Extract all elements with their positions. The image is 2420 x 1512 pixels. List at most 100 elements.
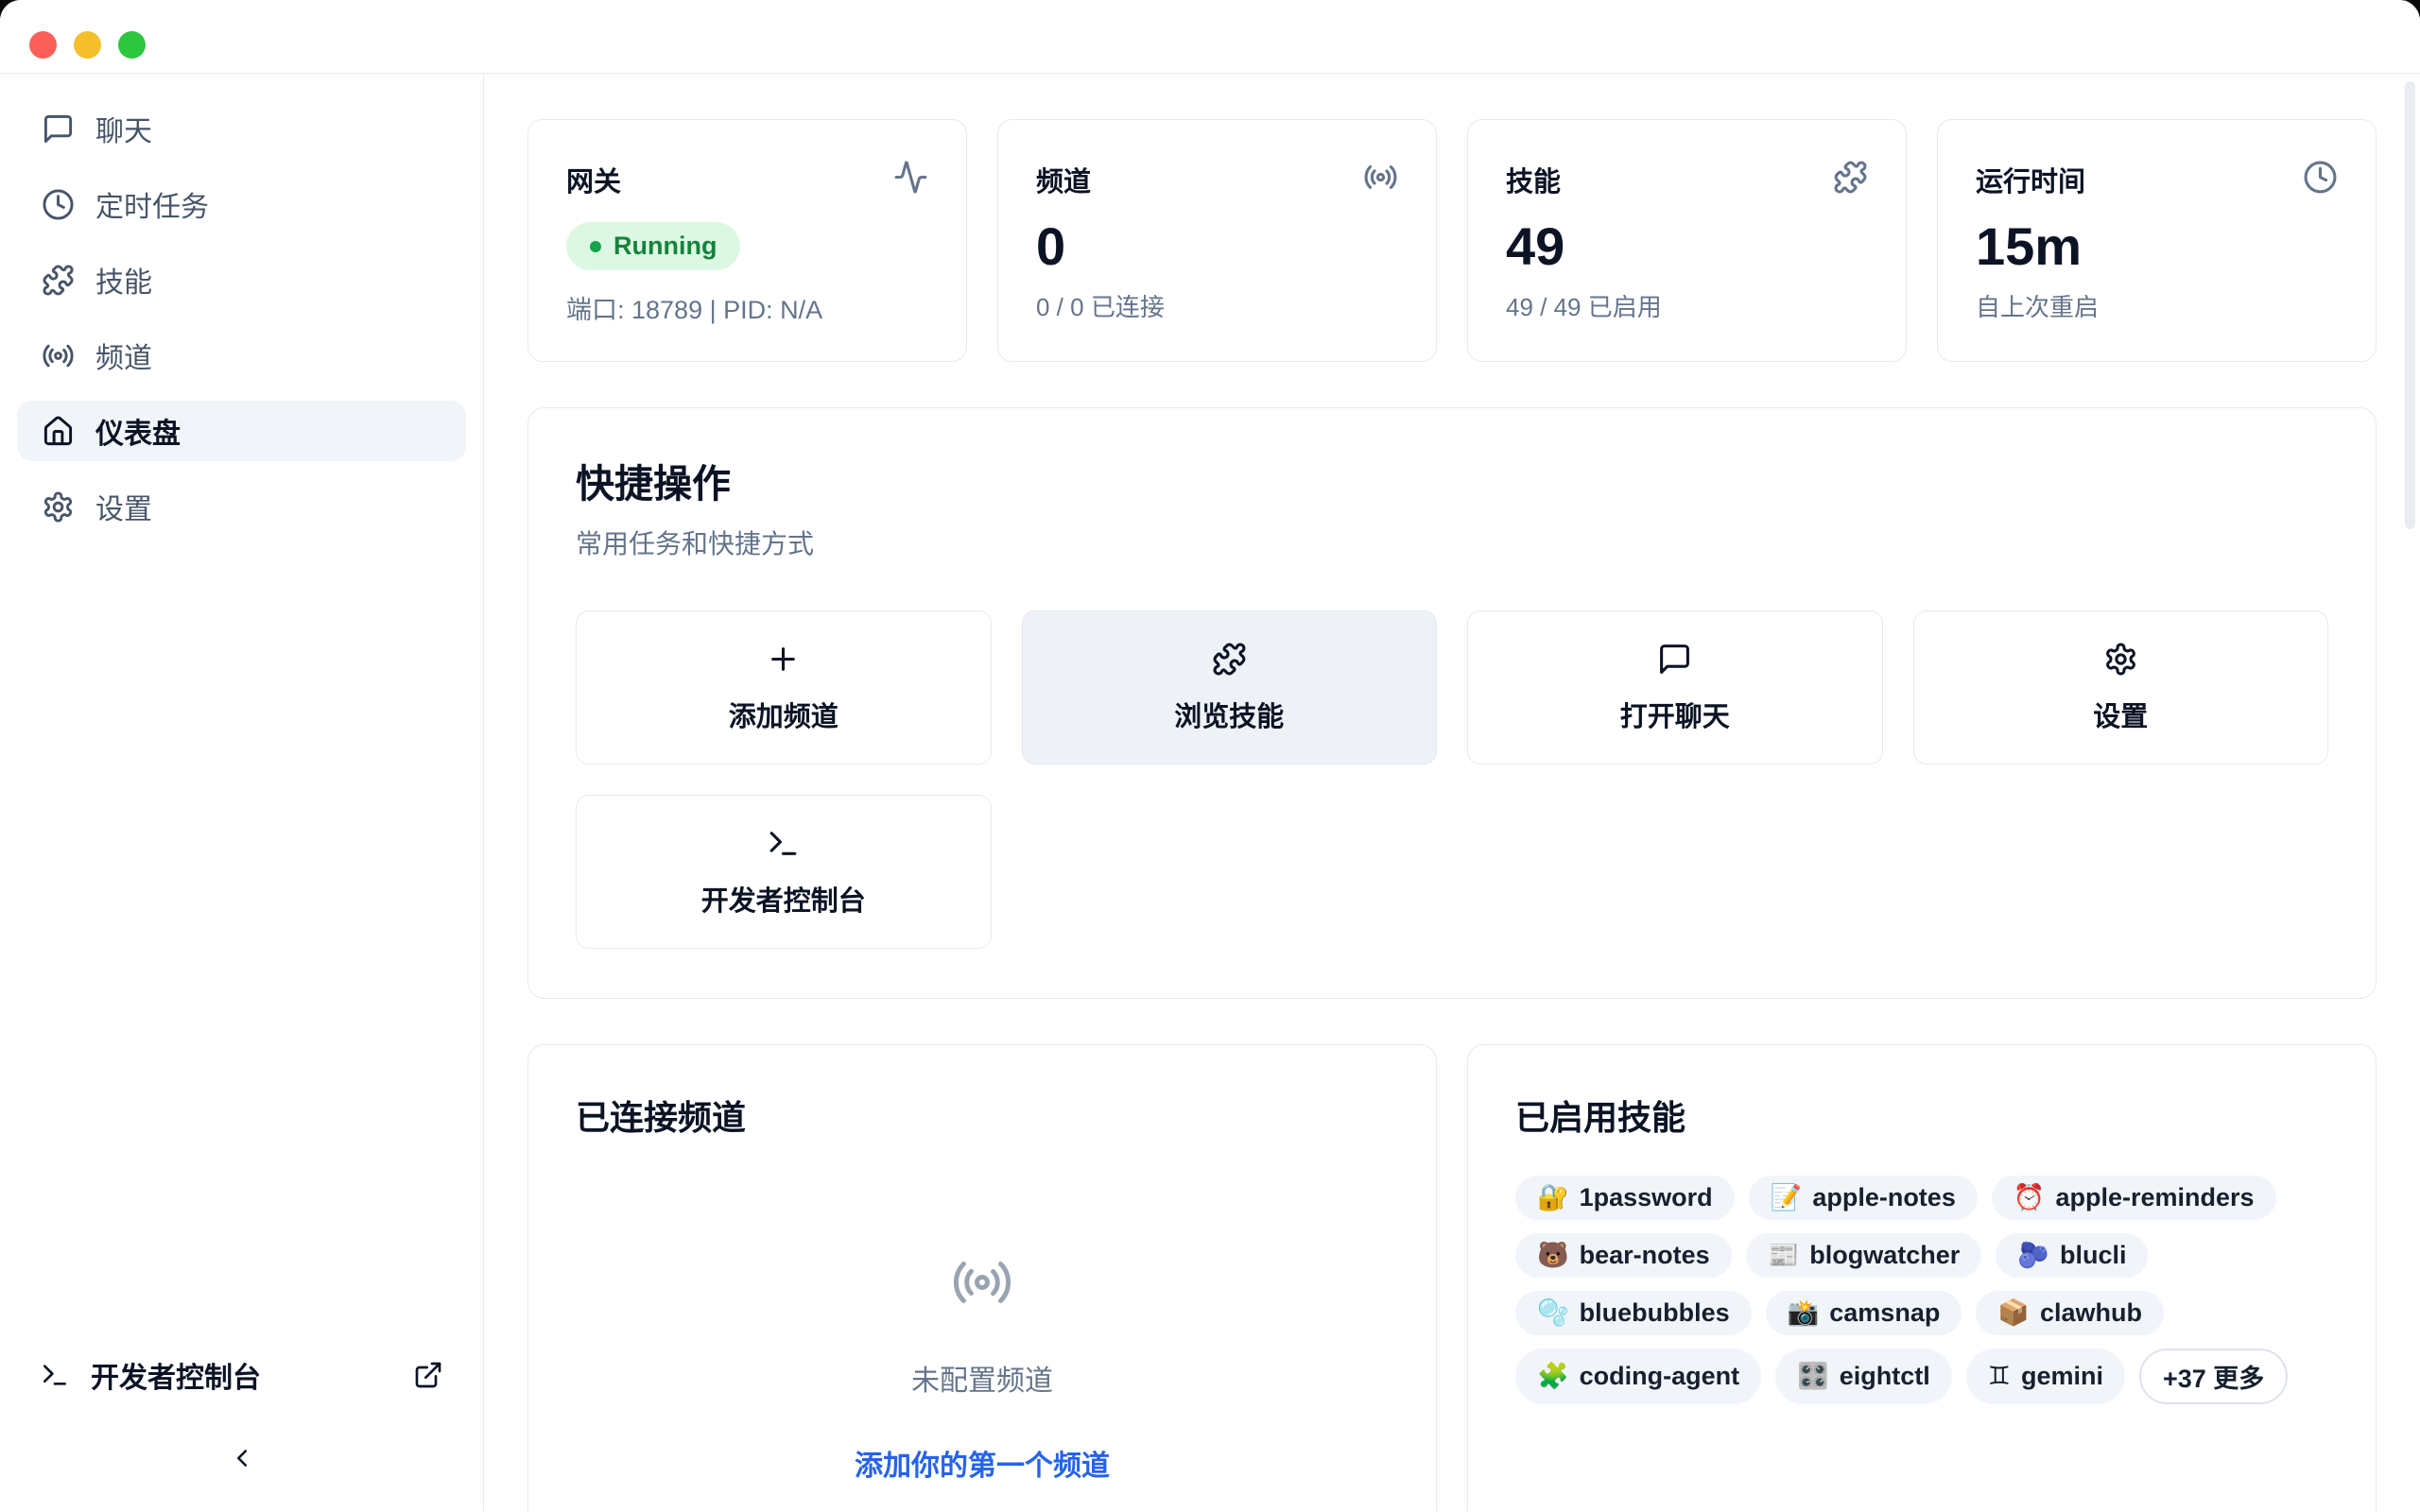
enabled-skills-title: 已启用技能 <box>1515 1091 2328 1140</box>
puzzle-icon <box>1212 642 1247 677</box>
skill-tag-label: gemini <box>2021 1362 2103 1391</box>
skill-tag: 🐻bear-notes <box>1515 1233 1732 1278</box>
sidebar-collapse-button[interactable] <box>221 1439 263 1477</box>
skill-tag: 📸 camsnap <box>1766 1291 1962 1335</box>
stat-subtext: 自上次重启 <box>1976 288 2338 323</box>
sidebar-item-label: 频道 <box>95 335 152 376</box>
enabled-skills-panel: 已启用技能 🔐1password 📝 apple-notes ⏰apple-rem… <box>1467 1044 2377 1511</box>
zoom-window-button[interactable] <box>118 31 146 59</box>
activity-icon <box>893 160 928 195</box>
stat-card-gateway: 网关 Running 端口: 18789 | PID: N/A <box>527 119 967 362</box>
skill-tag: 🧩 coding-agent <box>1515 1349 1761 1404</box>
quick-actions-section: 快捷操作 常用任务和快捷方式 添加频道 浏览技能 打开 <box>527 407 2377 999</box>
stat-card-skills: 技能 49 49 / 49 已启用 <box>1467 119 1907 362</box>
add-first-channel-link[interactable]: 添加你的第一个频道 <box>855 1442 1110 1484</box>
chevron-left-icon <box>228 1444 256 1472</box>
radio-icon <box>951 1251 1013 1314</box>
memo-icon: 📝 <box>1771 1185 1803 1211</box>
sidebar: 聊天 定时任务 技能 频道 仪表盘 <box>0 74 484 1511</box>
control-knobs-icon: 🎛️ <box>1797 1364 1829 1389</box>
skill-tag: 🫐blucli <box>1996 1233 2148 1278</box>
sidebar-item-label: 设置 <box>95 486 152 527</box>
sidebar-item-label: 定时任务 <box>95 183 209 225</box>
stat-subtext: 49 / 49 已启用 <box>1506 288 1868 323</box>
skill-tag: ⏰apple-reminders <box>1992 1176 2276 1220</box>
stat-card-channels: 频道 0 0 / 0 已连接 <box>997 119 1437 362</box>
sidebar-item-settings[interactable]: 设置 <box>17 476 466 537</box>
traffic-lights <box>29 31 146 59</box>
settings-button[interactable]: 设置 <box>1913 610 2329 765</box>
scrollbar-thumb[interactable] <box>2405 81 2415 529</box>
skill-tag-label: clawhub <box>2040 1298 2142 1328</box>
stat-title: 技能 <box>1506 160 1561 199</box>
home-icon <box>42 415 75 448</box>
newspaper-icon: 📰 <box>1768 1243 1800 1268</box>
camera-flash-icon: 📸 <box>1788 1300 1820 1326</box>
puzzle-piece-icon: 🧩 <box>1537 1364 1569 1389</box>
stat-subtext: 0 / 0 已连接 <box>1036 288 1398 323</box>
quick-actions-grid: 添加频道 浏览技能 打开聊天 设置 <box>576 610 2328 949</box>
message-square-icon <box>42 112 75 146</box>
open-chat-button[interactable]: 打开聊天 <box>1467 610 1883 765</box>
quick-action-label: 添加频道 <box>729 695 838 734</box>
quick-action-label: 浏览技能 <box>1174 695 1284 734</box>
sidebar-item-skills[interactable]: 技能 <box>17 249 466 310</box>
package-icon: 📦 <box>1997 1300 2030 1326</box>
quick-action-label: 开发者控制台 <box>701 879 866 919</box>
skill-tag: ♊ gemini <box>1966 1349 2125 1404</box>
titlebar <box>0 0 2420 74</box>
message-square-icon <box>1657 642 1692 677</box>
status-badge: Running <box>566 222 740 270</box>
sidebar-item-channels[interactable]: 频道 <box>17 325 466 386</box>
desktop-background: 聊天 定时任务 技能 频道 仪表盘 <box>0 0 2420 1512</box>
dev-console-label: 开发者控制台 <box>91 1354 261 1396</box>
connected-channels-title: 已连接频道 <box>576 1091 1389 1140</box>
stat-title: 网关 <box>566 160 621 199</box>
bottom-panels: 已连接频道 未配置频道 添加你的第一个频道 已启用技能 🔐1password 📝… <box>527 1044 2377 1511</box>
stat-card-uptime: 运行时间 15m 自上次重启 <box>1937 119 2377 362</box>
sidebar-item-chat[interactable]: 聊天 <box>17 98 466 159</box>
skill-tag: 🔐1password <box>1515 1176 1735 1220</box>
sidebar-item-label: 仪表盘 <box>95 410 181 452</box>
puzzle-icon <box>42 264 75 297</box>
gear-icon <box>42 490 75 524</box>
stats-row: 网关 Running 端口: 18789 | PID: N/A 频道 <box>527 119 2377 362</box>
stat-value: 0 <box>1036 220 1398 273</box>
dev-console-row[interactable]: 开发者控制台 <box>17 1352 466 1398</box>
quick-actions-title: 快捷操作 <box>576 452 2328 508</box>
main-content: 网关 Running 端口: 18789 | PID: N/A 频道 <box>484 74 2420 1511</box>
add-channel-button[interactable]: 添加频道 <box>576 610 992 765</box>
show-more-skills-button[interactable]: +37 更多 <box>2139 1349 2288 1404</box>
clock-icon <box>42 188 75 221</box>
terminal-icon <box>766 826 801 861</box>
sidebar-item-label: 技能 <box>95 259 152 301</box>
gemini-icon: ♊ <box>1988 1364 2011 1389</box>
sidebar-item-label: 聊天 <box>95 108 152 149</box>
skill-tag-label: camsnap <box>1829 1298 1940 1328</box>
skill-tag-label: apple-reminders <box>2055 1183 2254 1212</box>
external-link-icon[interactable] <box>413 1360 443 1390</box>
terminal-icon <box>40 1360 70 1390</box>
channels-empty-state: 未配置频道 添加你的第一个频道 <box>576 1251 1389 1484</box>
skill-tag-label: bluebubbles <box>1580 1298 1730 1328</box>
skill-tag-label: coding-agent <box>1580 1362 1740 1391</box>
puzzle-icon <box>1833 160 1868 195</box>
status-dot <box>590 241 601 252</box>
empty-channels-text: 未配置频道 <box>911 1357 1053 1399</box>
bear-icon: 🐻 <box>1537 1243 1569 1268</box>
radio-icon <box>1363 160 1398 195</box>
sidebar-item-dashboard[interactable]: 仪表盘 <box>17 401 466 461</box>
skill-tag-label: apple-notes <box>1812 1183 1956 1212</box>
status-badge-label: Running <box>614 232 717 261</box>
close-window-button[interactable] <box>29 31 57 59</box>
radio-icon <box>42 339 75 372</box>
sidebar-item-scheduled-tasks[interactable]: 定时任务 <box>17 174 466 234</box>
skill-tag: 📝 apple-notes <box>1749 1176 1978 1220</box>
minimize-window-button[interactable] <box>74 31 101 59</box>
clock-icon <box>2303 160 2338 195</box>
bubbles-icon: 🫧 <box>1537 1300 1569 1326</box>
dev-console-button[interactable]: 开发者控制台 <box>576 795 992 949</box>
stat-title: 频道 <box>1036 160 1091 199</box>
browse-skills-button[interactable]: 浏览技能 <box>1022 610 1438 765</box>
connected-channels-panel: 已连接频道 未配置频道 添加你的第一个频道 <box>527 1044 1437 1511</box>
